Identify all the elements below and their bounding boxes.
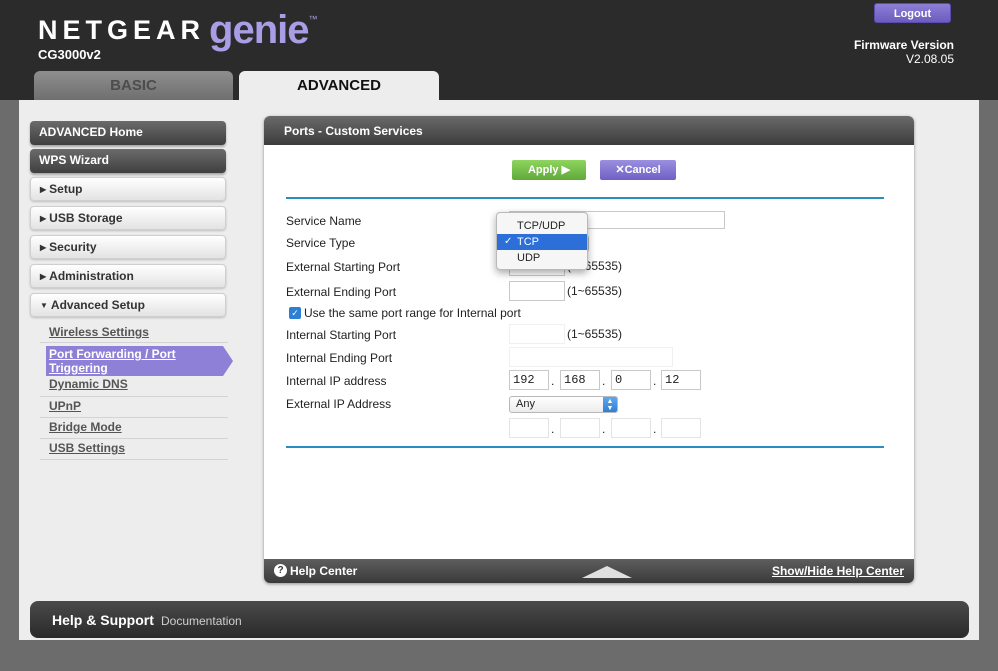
sidebar-item-label: Setup (49, 182, 83, 196)
sidebar-item-advanced-setup[interactable]: ▼ Advanced Setup (30, 293, 226, 317)
internal-end-port-label: Internal Ending Port (286, 351, 393, 365)
ip-dot: . (602, 422, 606, 436)
updown-arrow-icon: ▲ ▼ (603, 397, 617, 412)
ip-dot: . (551, 422, 555, 436)
sidebar-item-label: Security (49, 240, 97, 254)
triangle-down-icon: ▼ (40, 301, 48, 310)
service-type-label: Service Type (286, 236, 356, 250)
apply-button[interactable]: Apply ▶ (512, 160, 586, 180)
ip-dot: . (653, 374, 657, 388)
show-hide-help-center-link[interactable]: Show/Hide Help Center (772, 564, 904, 578)
dropdown-option-tcp-udp[interactable]: TCP/UDP (497, 218, 587, 234)
sidebar-item-label: Advanced Setup (50, 298, 145, 312)
sidebar-item-label: USB Storage (49, 211, 123, 225)
internal-end-port-input[interactable] (509, 347, 673, 367)
dropdown-option-tcp[interactable]: ✓ TCP (497, 234, 587, 250)
internal-ip-label: Internal IP address (286, 374, 387, 388)
sidebar-wps-wizard[interactable]: WPS Wizard (30, 149, 226, 173)
tab-basic[interactable]: BASIC (34, 71, 233, 100)
external-ip-label: External IP Address (286, 397, 392, 411)
dropdown-option-udp[interactable]: UDP (497, 250, 587, 266)
sub-item-label[interactable]: Dynamic DNS (49, 377, 128, 391)
help-support-bar: Help & Support Documentation (30, 601, 969, 638)
internal-ip-octet-4[interactable]: 12 (661, 370, 701, 390)
x-icon: ✕ (615, 164, 625, 176)
option-label: TCP (517, 236, 539, 248)
internal-ip-octet-1[interactable]: 192 (509, 370, 549, 390)
sub-item-port-forwarding[interactable]: Port Forwarding / Port Triggering (46, 346, 233, 376)
service-type-dropdown: TCP/UDP ✓ TCP UDP (496, 212, 588, 270)
external-ip-octet-2[interactable] (560, 418, 600, 438)
brand-genie: genie (209, 8, 309, 52)
panel-footer: ? Help Center Show/Hide Help Center (264, 559, 914, 583)
ip-dot: . (653, 422, 657, 436)
firmware-info: Firmware Version V2.08.05 (854, 38, 954, 66)
triangle-right-icon: ▶ (40, 243, 47, 252)
custom-services-panel: Ports - Custom Services Apply ▶ ✕Cancel … (264, 116, 914, 583)
question-icon: ? (274, 564, 287, 577)
firmware-label: Firmware Version (853, 38, 954, 52)
divider-top (286, 197, 884, 199)
sub-item-label[interactable]: UPnP (49, 399, 81, 413)
sub-item-wireless-settings[interactable]: Wireless Settings (40, 322, 228, 343)
external-ip-select-value: Any (516, 398, 535, 410)
internal-ip-octet-3[interactable]: 0 (611, 370, 651, 390)
internal-ip-octet-2[interactable]: 168 (560, 370, 600, 390)
brand-netgear: NETGEAR (38, 15, 206, 45)
sub-item-bridge-mode[interactable]: Bridge Mode (40, 418, 228, 439)
same-port-range-checkbox[interactable]: ✓ (289, 307, 301, 319)
firmware-version: V2.08.05 (905, 52, 954, 66)
internal-start-port-label: Internal Starting Port (286, 328, 397, 342)
sidebar-item-usb-storage[interactable]: ▶ USB Storage (30, 206, 226, 230)
ip-dot: . (551, 374, 555, 388)
cancel-button[interactable]: ✕Cancel (600, 160, 676, 180)
external-end-port-range: (1~65535) (567, 284, 623, 298)
model-name: CG3000v2 (38, 47, 101, 62)
sub-item-label[interactable]: USB Settings (49, 441, 125, 455)
sub-item-label[interactable]: Wireless Settings (49, 325, 149, 339)
panel-title: Ports - Custom Services (284, 124, 423, 138)
ip-dot: . (602, 374, 606, 388)
triangle-right-icon: ▶ (40, 185, 47, 194)
panel-title-bar: Ports - Custom Services (264, 116, 914, 145)
header: NETGEAR genie™ CG3000v2 Logout Firmware V… (0, 0, 998, 100)
sub-item-label[interactable]: Port Forwarding / Port Triggering (49, 347, 223, 375)
logout-button[interactable]: Logout (874, 3, 951, 23)
sidebar-item-setup[interactable]: ▶ Setup (30, 177, 226, 201)
option-label: UDP (517, 252, 541, 264)
tab-advanced[interactable]: ADVANCED (239, 71, 439, 100)
external-ip-octet-3[interactable] (611, 418, 651, 438)
triangle-right-icon: ▶ (40, 214, 47, 223)
collapse-arrow-icon[interactable] (582, 566, 632, 578)
help-center-label[interactable]: Help Center (290, 564, 357, 578)
triangle-right-icon: ▶ (40, 272, 47, 281)
sidebar-item-security[interactable]: ▶ Security (30, 235, 226, 259)
sub-item-upnp[interactable]: UPnP (40, 397, 228, 418)
external-ip-octet-4[interactable] (661, 418, 701, 438)
checkmark-icon: ✓ (504, 236, 513, 247)
brand-tm: ™ (308, 14, 318, 24)
sub-item-usb-settings[interactable]: USB Settings (40, 439, 228, 460)
service-name-label: Service Name (286, 214, 362, 228)
internal-start-port-input[interactable] (509, 324, 565, 344)
cancel-label: Cancel (624, 164, 661, 176)
internal-start-port-range: (1~65535) (567, 327, 623, 341)
external-ip-select[interactable]: Any ▲ ▼ (509, 396, 618, 413)
sidebar-item-administration[interactable]: ▶ Administration (30, 264, 226, 288)
sub-item-dynamic-dns[interactable]: Dynamic DNS (40, 376, 228, 397)
external-ip-octet-1[interactable] (509, 418, 549, 438)
option-label: TCP/UDP (517, 220, 566, 232)
same-port-range-label: Use the same port range for Internal por… (304, 306, 521, 320)
external-end-port-label: External Ending Port (286, 285, 397, 299)
external-end-port-input[interactable] (509, 281, 565, 301)
external-start-port-label: External Starting Port (286, 260, 401, 274)
documentation-link[interactable]: Documentation (161, 614, 242, 628)
divider-bottom (286, 446, 884, 448)
sidebar-item-label: Administration (49, 269, 134, 283)
help-support-title: Help & Support (52, 612, 154, 628)
sub-item-label[interactable]: Bridge Mode (49, 420, 122, 434)
sidebar-advanced-home[interactable]: ADVANCED Home (30, 121, 226, 145)
